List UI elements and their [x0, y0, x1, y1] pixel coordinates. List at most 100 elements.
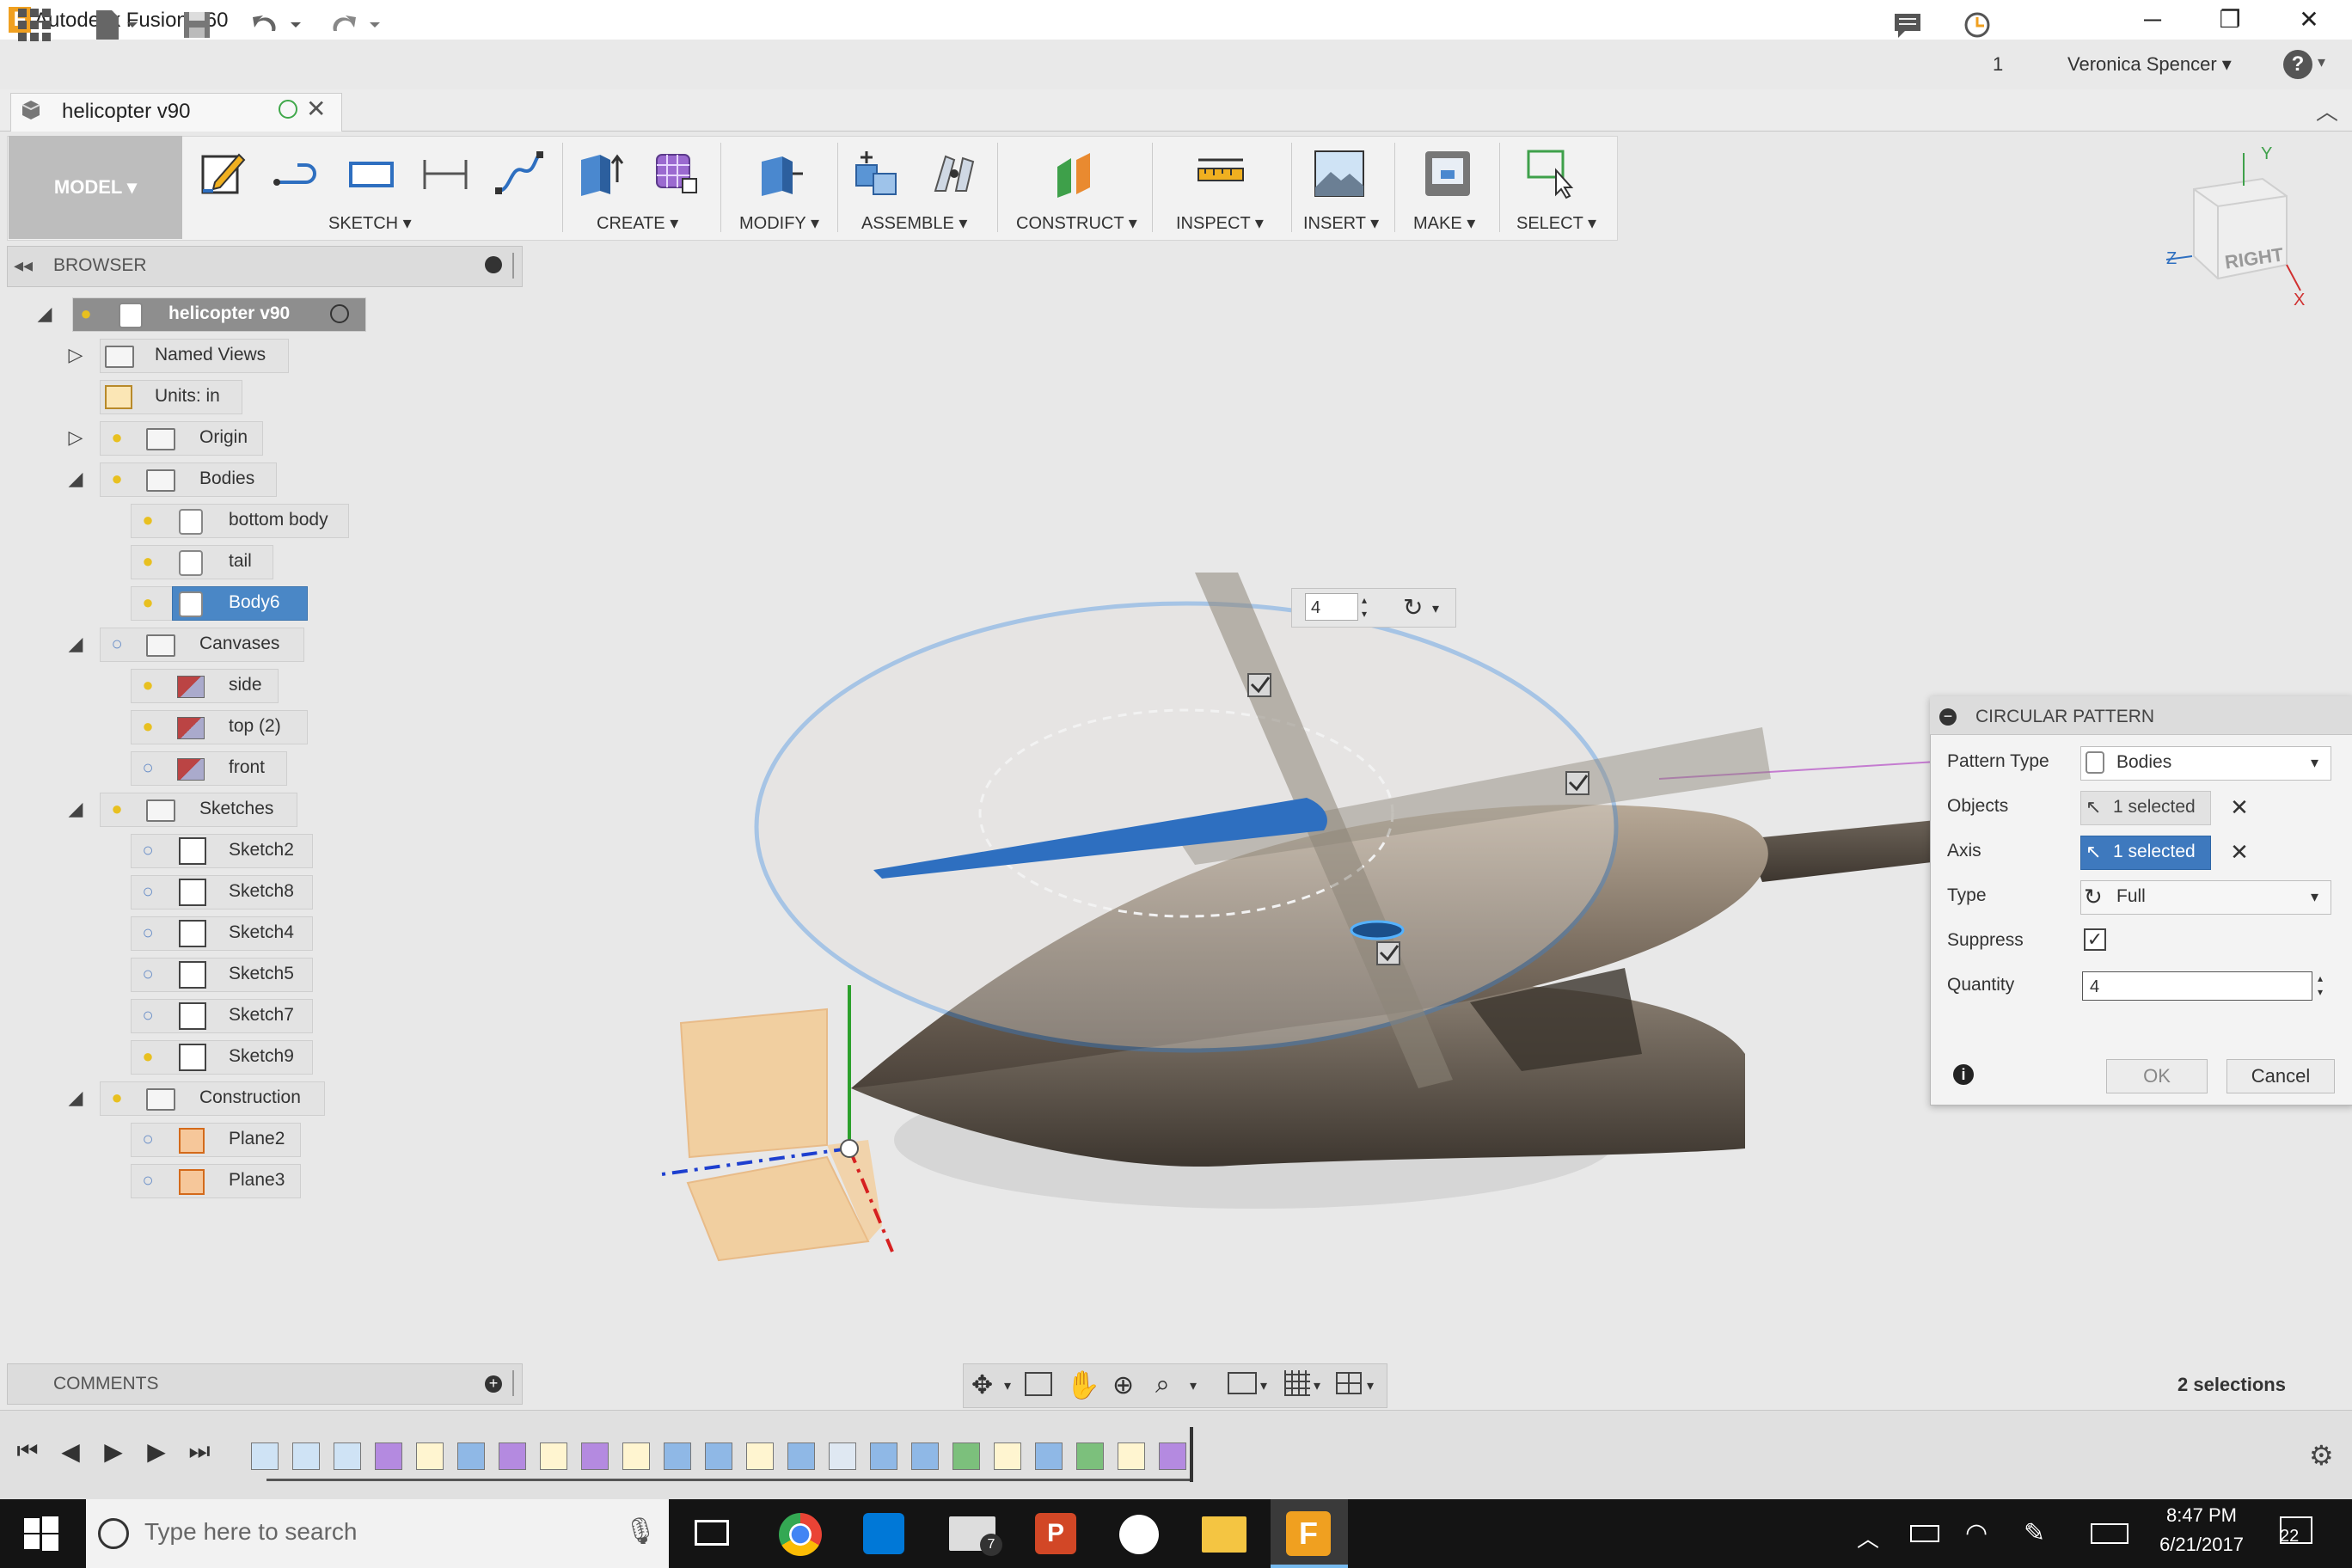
chrome-icon[interactable] [779, 1513, 822, 1556]
pin-comments-icon[interactable] [512, 1370, 517, 1396]
timeline-marker[interactable] [1190, 1427, 1193, 1482]
visibility-bulb-icon[interactable]: ● [138, 710, 158, 743]
rotate-type-icon[interactable]: ↻ [1403, 593, 1423, 622]
timeline-back-icon[interactable]: ◀ [53, 1437, 88, 1466]
timeline-feature-icon[interactable] [292, 1442, 320, 1470]
visibility-bulb-icon[interactable]: ○ [138, 958, 158, 990]
orbit-icon[interactable]: ✥ [971, 1370, 993, 1400]
timeline-feature-icon[interactable] [994, 1442, 1021, 1470]
visibility-bulb-icon[interactable]: ○ [138, 916, 158, 949]
browser-options-icon[interactable] [485, 256, 502, 273]
visibility-bulb-icon[interactable]: ○ [138, 751, 158, 784]
timeline-start-icon[interactable]: ⏮ [10, 1437, 45, 1466]
clock-date[interactable]: 6/21/2017 [2154, 1534, 2249, 1556]
select-icon[interactable] [1525, 148, 1577, 199]
chevron-down-icon[interactable]: ▾ [2311, 880, 2318, 913]
timeline-feature-icon[interactable] [829, 1442, 856, 1470]
timeline-feature-icon[interactable] [870, 1442, 897, 1470]
powerpoint-icon[interactable]: P [1035, 1513, 1076, 1554]
create-sketch-icon[interactable] [198, 148, 249, 199]
help-dropdown-icon[interactable]: ▾ [2318, 53, 2325, 71]
timeline-feature-icon[interactable] [1035, 1442, 1063, 1470]
new-component-icon[interactable] [851, 148, 903, 199]
visibility-bulb-icon[interactable]: ● [138, 1040, 158, 1073]
data-panel-grid-icon[interactable] [14, 7, 55, 43]
pen-icon[interactable]: ✎ [2024, 1518, 2045, 1548]
timeline-feature-icon[interactable] [664, 1442, 691, 1470]
rectangle-icon[interactable] [346, 148, 397, 199]
zoom-dropdown-icon[interactable]: ▾ [1190, 1377, 1197, 1394]
clock-time[interactable]: 8:47 PM [2154, 1504, 2249, 1527]
tree-expand-icon[interactable]: ▷ [65, 339, 86, 371]
slack-icon[interactable] [1119, 1515, 1159, 1554]
task-view-icon[interactable] [695, 1520, 729, 1546]
visibility-bulb-icon[interactable]: ● [138, 669, 158, 701]
suppress-checkbox[interactable]: ✓ [2084, 928, 2106, 951]
show-hidden-icons-icon[interactable]: ︿ [1857, 1522, 1879, 1553]
timeline-feature-icon[interactable] [540, 1442, 567, 1470]
visibility-bulb-icon[interactable]: ● [107, 462, 127, 495]
create-menu[interactable]: CREATE ▾ [597, 212, 678, 234]
timeline-feature-icon[interactable] [1159, 1442, 1186, 1470]
3d-print-icon[interactable] [1422, 148, 1473, 199]
ok-button[interactable]: OK [2106, 1059, 2208, 1093]
press-pull-icon[interactable] [753, 148, 805, 199]
zoom-icon[interactable]: ⊕ [1112, 1370, 1134, 1400]
workspace-switcher[interactable]: MODEL ▾ [9, 136, 182, 239]
timeline-feature-icon[interactable] [787, 1442, 815, 1470]
visibility-bulb-icon[interactable]: ○ [138, 834, 158, 867]
restore-button[interactable]: ❐ [2204, 3, 2256, 36]
orbit-dropdown-icon[interactable]: ▾ [1004, 1377, 1011, 1394]
select-menu[interactable]: SELECT ▾ [1516, 212, 1596, 234]
visibility-bulb-icon[interactable]: ○ [138, 1123, 158, 1155]
comments-icon[interactable] [1890, 7, 1926, 43]
timeline-feature-icon[interactable] [334, 1442, 361, 1470]
visibility-bulb-icon[interactable]: ● [138, 586, 158, 619]
redo-icon[interactable] [325, 7, 385, 43]
keyboard-icon[interactable] [2091, 1523, 2128, 1544]
pin-browser-icon[interactable] [512, 253, 517, 279]
info-icon[interactable]: i [1953, 1064, 1974, 1085]
file-explorer-icon[interactable] [1202, 1516, 1246, 1553]
fit-icon[interactable]: ⌕ [1155, 1370, 1170, 1400]
timeline-feature-icon[interactable] [251, 1442, 279, 1470]
construct-menu[interactable]: CONSTRUCT ▾ [1016, 212, 1137, 234]
grid-icon[interactable] [1284, 1370, 1310, 1396]
minimize-button[interactable]: ─ [2127, 3, 2178, 36]
timeline-feature-icon[interactable] [911, 1442, 939, 1470]
viewports-icon[interactable] [1336, 1372, 1362, 1394]
display-dropdown-icon[interactable]: ▾ [1260, 1377, 1267, 1394]
microphone-icon[interactable]: 🎙 [624, 1516, 657, 1547]
tree-expand-icon[interactable]: ▷ [65, 421, 86, 454]
tree-collapse-icon[interactable]: ◢ [65, 1081, 86, 1114]
dimension-icon[interactable] [420, 148, 471, 199]
form-icon[interactable] [650, 148, 701, 199]
wifi-icon[interactable]: ◠ [1965, 1518, 1988, 1548]
add-comment-icon[interactable]: + [485, 1375, 502, 1393]
visibility-bulb-icon[interactable]: ● [76, 297, 96, 330]
undo-icon[interactable] [249, 7, 309, 43]
cancel-button[interactable]: Cancel [2226, 1059, 2335, 1093]
extrude-icon[interactable] [574, 148, 626, 199]
user-menu[interactable]: Veronica Spencer ▾ [2067, 53, 2232, 76]
collapse-dialog-icon[interactable]: − [1939, 708, 1957, 726]
clear-axis-icon[interactable]: ✕ [2226, 836, 2252, 868]
job-status-icon[interactable] [1962, 7, 1993, 43]
battery-icon[interactable] [1910, 1525, 1939, 1542]
look-at-icon[interactable] [1025, 1372, 1052, 1396]
visibility-bulb-icon[interactable]: ● [107, 421, 127, 454]
fusion-360-icon[interactable]: F [1286, 1511, 1331, 1556]
timeline-end-icon[interactable]: ⏭ [182, 1437, 217, 1466]
make-menu[interactable]: MAKE ▾ [1413, 212, 1475, 234]
timeline-settings-gear-icon[interactable]: ⚙ [2309, 1439, 2334, 1472]
pan-hand-icon[interactable]: ✋ [1066, 1369, 1100, 1401]
visibility-bulb-icon[interactable]: ● [107, 793, 127, 825]
timeline-feature-icon[interactable] [416, 1442, 444, 1470]
tree-collapse-icon[interactable]: ◢ [34, 297, 55, 330]
activate-radio-icon[interactable] [330, 304, 349, 323]
visibility-bulb-icon[interactable]: ○ [138, 875, 158, 908]
modify-menu[interactable]: MODIFY ▾ [739, 212, 819, 234]
windows-start-icon[interactable] [24, 1516, 58, 1551]
timeline-feature-icon[interactable] [622, 1442, 650, 1470]
timeline-feature-icon[interactable] [1076, 1442, 1104, 1470]
